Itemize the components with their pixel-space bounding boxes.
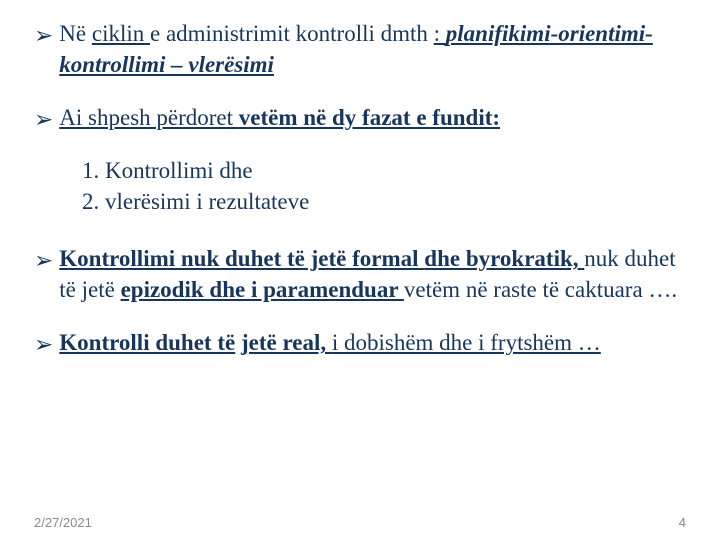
b1-p3: e administrimit kontrolli dmth <box>150 21 434 46</box>
b3-p2: dhe byrokratik, <box>424 246 584 271</box>
bullet-1: ➢ Në ciklin e administrimit kontrolli dm… <box>34 18 686 80</box>
numbered-list: 1. Kontrollimi dhe 2. vlerësimi i rezult… <box>82 155 686 217</box>
b1-p1: Në <box>59 21 86 46</box>
bullet-arrow-icon: ➢ <box>34 20 53 51</box>
bullet-4-text: Kontrolli duhet të jetë real, i dobishëm… <box>59 327 686 358</box>
bullet-arrow-icon: ➢ <box>34 104 53 135</box>
footer-date: 2/27/2021 <box>34 515 92 530</box>
b2-p1: Ai shpesh përdoret <box>59 105 239 130</box>
list-item-1: 1. Kontrollimi dhe <box>82 155 686 186</box>
slide: ➢ Në ciklin e administrimit kontrolli dm… <box>0 0 720 540</box>
bullet-4: ➢ Kontrolli duhet të jetë real, i dobish… <box>34 327 686 358</box>
bullet-arrow-icon: ➢ <box>34 329 53 360</box>
slide-footer: 2/27/2021 4 <box>34 515 686 530</box>
footer-page: 4 <box>679 515 686 530</box>
b4-p1: Kontrolli duhet të <box>59 330 235 355</box>
bullet-2-text: Ai shpesh përdoret vetëm në dy fazat e f… <box>59 102 686 133</box>
bullet-arrow-icon: ➢ <box>34 245 53 276</box>
b1-p2: ciklin <box>92 21 150 46</box>
bullet-1-text: Në ciklin e administrimit kontrolli dmth… <box>59 18 686 80</box>
b2-p2: vetëm në dy fazat e fundit: <box>239 105 500 130</box>
b3-p4: epizodik dhe i paramenduar <box>121 277 404 302</box>
bullet-3: ➢ Kontrollimi nuk duhet të jetë formal d… <box>34 243 686 305</box>
b1-p4: : <box>434 21 446 46</box>
b3-p1: Kontrollimi nuk duhet të jetë formal <box>59 246 424 271</box>
b3-p5: vetëm në raste të caktuara …. <box>404 277 677 302</box>
list-item-2: 2. vlerësimi i rezultateve <box>82 186 686 217</box>
b4-p2: jetë real, <box>241 330 332 355</box>
b4-p3: i dobishëm dhe i frytshëm … <box>332 330 601 355</box>
bullet-3-text: Kontrollimi nuk duhet të jetë formal dhe… <box>59 243 686 305</box>
bullet-2: ➢ Ai shpesh përdoret vetëm në dy fazat e… <box>34 102 686 133</box>
